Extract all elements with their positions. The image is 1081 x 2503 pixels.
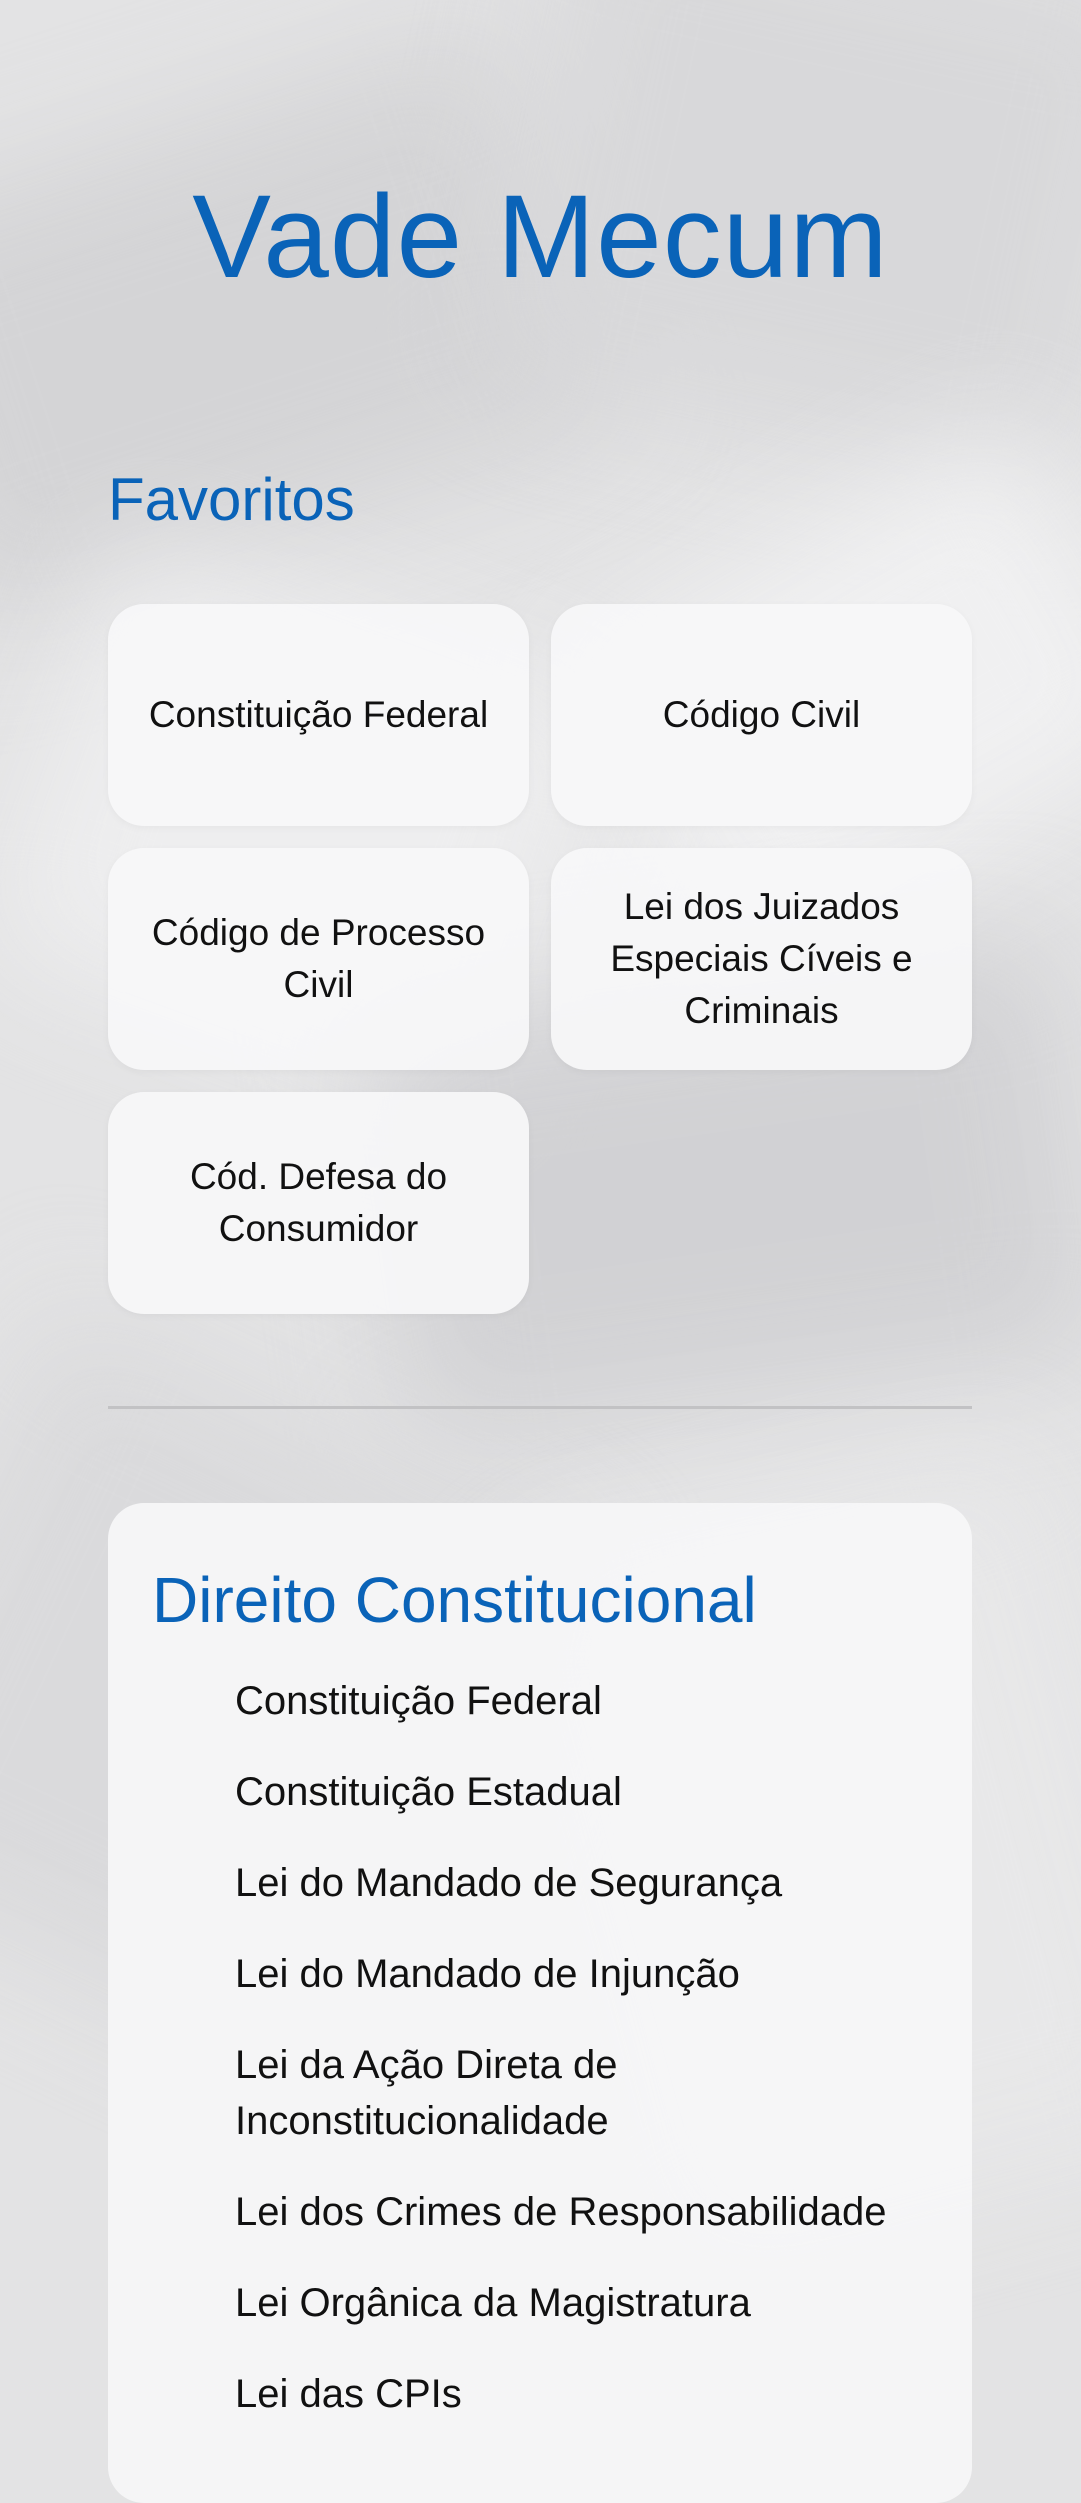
section-divider [108, 1406, 972, 1409]
law-list: Constituição Federal Constituição Estadu… [152, 1663, 928, 2447]
favorite-card-label: Cód. Defesa do Consumidor [189, 1156, 448, 1249]
favorites-grid: Constituição Federal Código Civil Código… [108, 604, 972, 1314]
category-title: Direito Constitucional [152, 1564, 757, 1636]
list-item[interactable]: Constituição Estadual [235, 1754, 928, 1845]
favorite-card-label: Código Civil [662, 694, 861, 735]
list-item[interactable]: Lei dos Crimes de Responsabilidade [235, 2174, 928, 2265]
favorite-card-label: Lei dos Juizados Especiais Cíveis e Crim… [610, 886, 913, 1031]
category-card-direito-constitucional: Direito Constitucional Constituição Fede… [108, 1503, 972, 2503]
favorite-card-constituicao-federal[interactable]: Constituição Federal [108, 604, 529, 826]
favorite-card-label: Código de Processo Civil [151, 912, 486, 1005]
list-item[interactable]: Lei Orgânica da Magistratura [235, 2265, 928, 2356]
list-item[interactable]: Lei da Ação Direta de Inconstitucionalid… [235, 2027, 928, 2174]
favorite-card-label: Constituição Federal [148, 694, 489, 735]
list-item[interactable]: Constituição Federal [235, 1663, 928, 1754]
list-item[interactable]: Lei das CPIs [235, 2356, 928, 2447]
list-item[interactable]: Lei do Mandado de Injunção [235, 1936, 928, 2027]
favorite-card-defesa-consumidor[interactable]: Cód. Defesa do Consumidor [108, 1092, 529, 1314]
favorite-card-codigo-processo-civil[interactable]: Código de Processo Civil [108, 848, 529, 1070]
app-title: Vade Mecum [192, 171, 889, 303]
favorite-card-juizados-especiais[interactable]: Lei dos Juizados Especiais Cíveis e Crim… [551, 848, 972, 1070]
list-item[interactable]: Lei do Mandado de Segurança [235, 1845, 928, 1936]
favorite-card-codigo-civil[interactable]: Código Civil [551, 604, 972, 826]
favorites-title: Favoritos [108, 466, 355, 533]
